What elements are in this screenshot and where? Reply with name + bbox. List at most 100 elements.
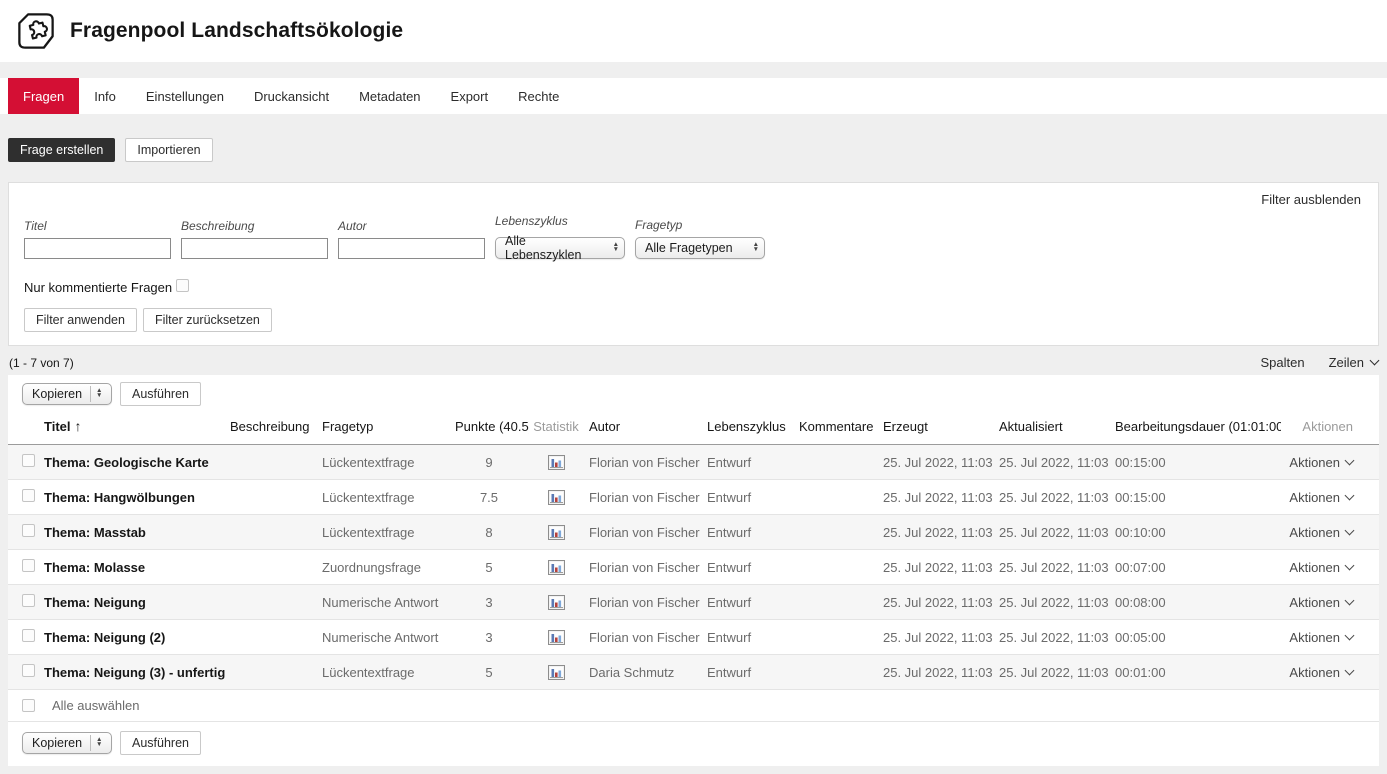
column-header-statistik: Statistik — [529, 410, 587, 445]
question-title-link[interactable]: Thema: Geologische Karte — [42, 445, 228, 480]
column-header-kommentare[interactable]: Kommentare — [797, 410, 881, 445]
column-header-fragetyp[interactable]: Fragetyp — [320, 410, 453, 445]
beschreibung-filter-input[interactable] — [181, 238, 328, 259]
row-checkbox[interactable] — [22, 524, 35, 537]
question-points: 5 — [453, 550, 529, 585]
question-created: 25. Jul 2022, 11:03 — [881, 515, 997, 550]
title-bar: Fragenpool Landschaftsökologie — [0, 0, 1387, 62]
question-duration: 00:08:00 — [1113, 585, 1281, 620]
question-lifecycle: Entwurf — [705, 445, 797, 480]
row-checkbox[interactable] — [22, 489, 35, 502]
row-actions-dropdown[interactable]: Aktionen — [1289, 665, 1353, 680]
fragetyp-filter-select[interactable]: Alle Fragetypen ▲▼ — [635, 237, 765, 259]
question-updated: 25. Jul 2022, 11:03 — [997, 620, 1113, 655]
question-points: 3 — [453, 620, 529, 655]
tab-einstellungen[interactable]: Einstellungen — [131, 78, 239, 114]
question-lifecycle: Entwurf — [705, 585, 797, 620]
row-checkbox[interactable] — [22, 629, 35, 642]
row-actions-dropdown[interactable]: Aktionen — [1289, 560, 1353, 575]
bulk-action-select-bottom[interactable]: Kopieren ▲▼ — [22, 732, 112, 754]
row-checkbox[interactable] — [22, 664, 35, 677]
question-title-link[interactable]: Thema: Neigung (2) — [42, 620, 228, 655]
question-title-link[interactable]: Thema: Masstab — [42, 515, 228, 550]
table-row: Thema: Neigung (3) - unfertig Lückentext… — [8, 655, 1379, 690]
row-checkbox[interactable] — [22, 559, 35, 572]
tab-fragen[interactable]: Fragen — [8, 78, 79, 114]
tab-info[interactable]: Info — [79, 78, 131, 114]
statistics-icon[interactable] — [548, 525, 565, 540]
execute-button-top[interactable]: Ausführen — [120, 382, 201, 406]
execute-button-bottom[interactable]: Ausführen — [120, 731, 201, 755]
question-points: 3 — [453, 585, 529, 620]
question-author: Florian von Fischer — [587, 515, 705, 550]
question-duration: 00:01:00 — [1113, 655, 1281, 690]
statistics-icon[interactable] — [548, 665, 565, 680]
statistics-icon[interactable] — [548, 455, 565, 470]
question-type: Numerische Antwort — [320, 585, 453, 620]
column-header-titel[interactable]: Titel↑ — [42, 410, 228, 445]
chevron-down-icon — [1345, 665, 1355, 675]
filter-hide-link[interactable]: Filter ausblenden — [1261, 192, 1361, 207]
autor-filter-label: Autor — [338, 219, 485, 233]
column-header-autor[interactable]: Autor — [587, 410, 705, 445]
question-description — [228, 480, 320, 515]
question-created: 25. Jul 2022, 11:03 — [881, 480, 997, 515]
select-arrows-icon: ▲▼ — [605, 243, 619, 252]
column-header-bearbeitungsdauer[interactable]: Bearbeitungsdauer (01:01:00) — [1113, 410, 1281, 445]
table-header-row: Titel↑ Beschreibung Fragetyp Punkte (40.… — [8, 410, 1379, 445]
statistics-icon[interactable] — [548, 490, 565, 505]
autor-filter-input[interactable] — [338, 238, 485, 259]
question-comments — [797, 515, 881, 550]
tab-export[interactable]: Export — [436, 78, 504, 114]
table-row: Thema: Hangwölbungen Lückentextfrage 7.5 — [8, 480, 1379, 515]
tab-druckansicht[interactable]: Druckansicht — [239, 78, 344, 114]
question-description — [228, 655, 320, 690]
filter-reset-button[interactable]: Filter zurücksetzen — [143, 308, 272, 332]
row-actions-dropdown[interactable]: Aktionen — [1289, 595, 1353, 610]
question-lifecycle: Entwurf — [705, 655, 797, 690]
question-created: 25. Jul 2022, 11:03 — [881, 550, 997, 585]
column-header-aktualisiert[interactable]: Aktualisiert — [997, 410, 1113, 445]
question-title-link[interactable]: Thema: Neigung — [42, 585, 228, 620]
row-actions-dropdown[interactable]: Aktionen — [1289, 525, 1353, 540]
statistics-icon[interactable] — [548, 630, 565, 645]
select-all-checkbox[interactable] — [22, 699, 35, 712]
row-checkbox[interactable] — [22, 454, 35, 467]
question-points: 7.5 — [453, 480, 529, 515]
tab-rechte[interactable]: Rechte — [503, 78, 574, 114]
rows-toggle[interactable]: Zeilen — [1329, 355, 1378, 370]
columns-toggle[interactable]: Spalten — [1260, 355, 1304, 370]
create-question-button[interactable]: Frage erstellen — [8, 138, 115, 162]
question-type: Lückentextfrage — [320, 480, 453, 515]
row-actions-dropdown[interactable]: Aktionen — [1289, 630, 1353, 645]
question-type: Numerische Antwort — [320, 620, 453, 655]
statistics-icon[interactable] — [548, 560, 565, 575]
bulk-action-select-top[interactable]: Kopieren ▲▼ — [22, 383, 112, 405]
question-comments — [797, 620, 881, 655]
question-updated: 25. Jul 2022, 11:03 — [997, 585, 1113, 620]
question-table-panel: Kopieren ▲▼ Ausführen Titel↑ Beschreibun… — [8, 375, 1379, 766]
column-header-beschreibung[interactable]: Beschreibung — [228, 410, 320, 445]
row-actions-dropdown[interactable]: Aktionen — [1289, 490, 1353, 505]
column-header-punkte[interactable]: Punkte (40.5) — [453, 410, 529, 445]
lebenszyklus-filter-select[interactable]: Alle Lebenszyklen ▲▼ — [495, 237, 625, 259]
comment-filter-checkbox[interactable] — [176, 279, 189, 292]
column-header-erzeugt[interactable]: Erzeugt — [881, 410, 997, 445]
row-actions-dropdown[interactable]: Aktionen — [1289, 455, 1353, 470]
sort-ascending-icon: ↑ — [75, 418, 82, 434]
table-row: Thema: Molasse Zuordnungsfrage 5 — [8, 550, 1379, 585]
question-author: Florian von Fischer — [587, 620, 705, 655]
statistics-icon[interactable] — [548, 595, 565, 610]
row-checkbox[interactable] — [22, 594, 35, 607]
titel-filter-input[interactable] — [24, 238, 171, 259]
question-title-link[interactable]: Thema: Neigung (3) - unfertig — [42, 655, 228, 690]
question-duration: 00:07:00 — [1113, 550, 1281, 585]
filter-apply-button[interactable]: Filter anwenden — [24, 308, 137, 332]
column-header-lebenszyklus[interactable]: Lebenszyklus — [705, 410, 797, 445]
tab-metadaten[interactable]: Metadaten — [344, 78, 435, 114]
question-title-link[interactable]: Thema: Molasse — [42, 550, 228, 585]
question-author: Florian von Fischer — [587, 550, 705, 585]
tab-bar: FragenInfoEinstellungenDruckansichtMetad… — [0, 78, 1387, 114]
question-title-link[interactable]: Thema: Hangwölbungen — [42, 480, 228, 515]
import-button[interactable]: Importieren — [125, 138, 212, 162]
